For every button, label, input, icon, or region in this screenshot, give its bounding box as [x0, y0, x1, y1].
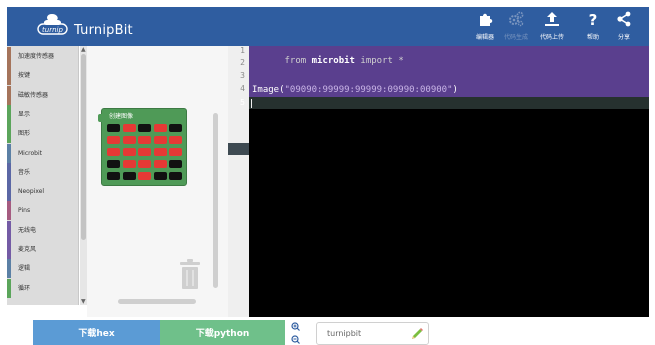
led-on[interactable]	[153, 148, 167, 156]
line-number: 3	[240, 71, 245, 80]
led-off[interactable]	[153, 172, 167, 180]
led-off[interactable]	[107, 124, 120, 132]
upload-icon	[545, 12, 559, 26]
top-bar: turnip TurnipBit 编辑器 代码生成 代码上传 ? 帮助 分享	[7, 7, 649, 46]
share-button[interactable]: 分享	[606, 11, 642, 45]
line-number: 1	[240, 46, 245, 55]
function-call: Image(	[252, 85, 285, 95]
led-on[interactable]	[138, 148, 151, 156]
sidebar-category[interactable]: 按键	[7, 66, 79, 86]
workspace-vertical-scrollbar[interactable]	[213, 113, 218, 288]
led-on[interactable]	[122, 124, 136, 132]
led-on[interactable]	[107, 148, 120, 156]
module-name: microbit	[311, 56, 355, 66]
code-generate-button[interactable]: 代码生成	[498, 11, 534, 45]
led-off[interactable]	[169, 160, 182, 168]
svg-text:turnip: turnip	[42, 26, 63, 34]
code-upload-button[interactable]: 代码上传	[534, 11, 570, 45]
svg-text:?: ?	[589, 11, 598, 27]
keyword-from: from	[284, 56, 307, 66]
led-off[interactable]	[169, 172, 182, 180]
scroll-up-arrow-icon[interactable]: ▲	[81, 46, 86, 53]
led-on[interactable]	[169, 136, 182, 144]
led-grid	[107, 124, 183, 184]
app-title: TurnipBit	[74, 23, 133, 38]
download-hex-button[interactable]: 下载hex	[33, 320, 160, 345]
code-line-1: from microbit import *	[252, 46, 404, 76]
sidebar-category[interactable]: 逻辑	[7, 259, 79, 279]
puzzle-icon	[480, 13, 493, 26]
sidebar-category[interactable]: 磁敏传感器	[7, 85, 79, 105]
sidebar-category[interactable]: Microbit	[7, 143, 79, 163]
sidebar-category[interactable]: 麦克风	[7, 240, 79, 259]
zoom-out-icon[interactable]	[291, 335, 300, 344]
zoom-in-icon[interactable]	[291, 322, 300, 331]
line-number-gutter: 1 2 3 4 5	[228, 46, 249, 317]
share-icon	[617, 11, 631, 27]
sidebar-category[interactable]: Pins	[7, 201, 79, 221]
led-on[interactable]	[122, 160, 136, 168]
code-generate-button-label: 代码生成	[503, 34, 528, 41]
led-on[interactable]	[153, 160, 167, 168]
led-on[interactable]	[122, 148, 136, 156]
question-icon: ?	[589, 11, 598, 27]
line-number: 4	[240, 84, 245, 93]
sidebar-category[interactable]: Neopixel	[7, 182, 79, 202]
sidebar-category[interactable]: 无线电	[7, 220, 79, 240]
led-on[interactable]	[138, 136, 151, 144]
led-on[interactable]	[107, 136, 120, 144]
led-on[interactable]	[153, 136, 167, 144]
category-sidebar: 加速度传感器 按键 磁敏传感器 显示 图形 Microbit 音乐 Neopixel Pins 无…	[7, 46, 79, 305]
sidebar-category[interactable]: 加速度传感器	[7, 47, 79, 66]
download-python-button[interactable]: 下载python	[160, 320, 285, 345]
code-editor[interactable]: from microbit import * Image("09090:9999…	[249, 46, 649, 317]
filename-input[interactable]	[327, 329, 407, 338]
sidebar-scrollbar-thumb[interactable]	[81, 54, 86, 240]
led-off[interactable]	[122, 172, 136, 180]
code-line-4: Image("09090:99999:99999:09990:00900")	[252, 85, 458, 95]
block-title: 创建图像	[109, 113, 134, 120]
led-on[interactable]	[122, 136, 136, 144]
text-caret	[251, 99, 252, 108]
string-literal: "09090:99999:99999:09990:00900"	[284, 85, 453, 95]
trash-icon[interactable]	[178, 258, 202, 290]
led-on[interactable]	[153, 124, 167, 132]
line-number: 2	[240, 58, 245, 67]
sidebar-category[interactable]: 显示	[7, 104, 79, 124]
sidebar-category[interactable]: 音乐	[7, 162, 79, 182]
import-star: *	[398, 56, 404, 66]
led-off[interactable]	[107, 172, 120, 180]
led-off[interactable]	[169, 124, 182, 132]
close-paren: )	[452, 85, 458, 95]
turnip-logo-icon: turnip	[37, 14, 68, 35]
led-on[interactable]	[169, 148, 182, 156]
workspace-horizontal-scrollbar[interactable]	[118, 299, 196, 304]
led-on[interactable]	[138, 160, 151, 168]
led-off[interactable]	[107, 160, 120, 168]
scroll-down-arrow-icon[interactable]: ▼	[81, 298, 86, 305]
keyword-import: import	[360, 56, 393, 66]
sidebar-category[interactable]: 图形	[7, 124, 79, 144]
line-number: 5	[240, 98, 245, 107]
app-window: turnip TurnipBit 编辑器 代码生成 代码上传 ? 帮助 分享 加…	[0, 0, 655, 345]
block-connector	[98, 114, 103, 122]
current-line-highlight	[249, 97, 649, 109]
sidebar-scrollbar[interactable]	[80, 46, 87, 305]
led-on[interactable]	[138, 172, 151, 180]
active-line-gutter	[228, 143, 249, 155]
create-image-block[interactable]: 创建图像	[98, 108, 187, 186]
sidebar-category[interactable]: 循环	[7, 278, 79, 298]
filename-field-container	[316, 322, 429, 345]
share-button-label: 分享	[617, 34, 630, 41]
pencil-icon[interactable]	[410, 327, 424, 341]
code-upload-button-label: 代码上传	[539, 34, 564, 41]
led-off[interactable]	[138, 124, 151, 132]
gears-icon	[509, 11, 524, 27]
